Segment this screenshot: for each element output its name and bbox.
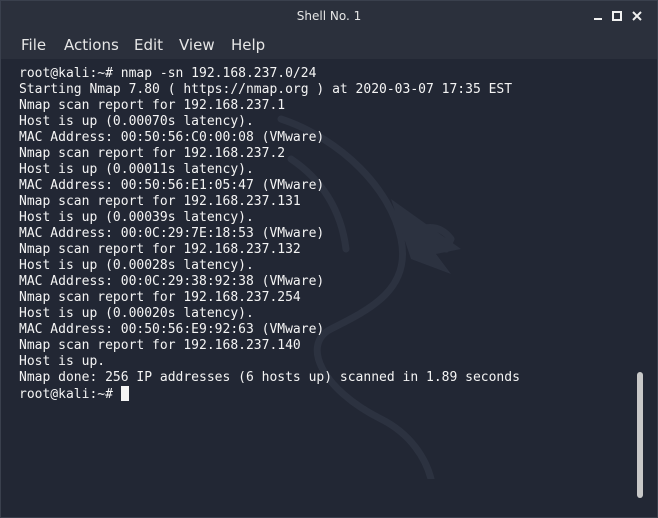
output-line: Host is up (0.00070s latency). bbox=[19, 114, 254, 129]
output-line: Nmap done: 256 IP addresses (6 hosts up)… bbox=[19, 370, 520, 385]
output-line: Nmap scan report for 192.168.237.132 bbox=[19, 242, 301, 257]
close-icon bbox=[632, 11, 642, 21]
output-line: Host is up. bbox=[19, 354, 106, 369]
terminal-window: Shell No. 1 File Actions Edit View Help … bbox=[0, 0, 658, 518]
prompt-text: root@kali:~# bbox=[19, 387, 121, 402]
output-line: root@kali:~# nmap -sn 192.168.237.0/24 bbox=[19, 66, 317, 81]
menu-edit[interactable]: Edit bbox=[134, 31, 163, 59]
terminal-output: root@kali:~# nmap -sn 192.168.237.0/24 S… bbox=[19, 66, 520, 402]
output-line: Nmap scan report for 192.168.237.2 bbox=[19, 146, 286, 161]
output-line: Nmap scan report for 192.168.237.140 bbox=[19, 338, 301, 353]
text-cursor bbox=[120, 386, 129, 401]
output-line: Nmap scan report for 192.168.237.254 bbox=[19, 290, 301, 305]
menu-file[interactable]: File bbox=[21, 31, 46, 59]
output-line: Host is up (0.00020s latency). bbox=[19, 306, 254, 321]
menu-bar: File Actions Edit View Help bbox=[1, 31, 657, 59]
output-line: Starting Nmap 7.80 ( https://nmap.org ) … bbox=[19, 82, 513, 97]
output-line: MAC Address: 00:0C:29:38:92:38 (VMware) bbox=[19, 274, 325, 289]
output-line: MAC Address: 00:0C:29:7E:18:53 (VMware) bbox=[19, 226, 325, 241]
output-line: Nmap scan report for 192.168.237.1 bbox=[19, 98, 286, 113]
output-line: Host is up (0.00039s latency). bbox=[19, 210, 254, 225]
minimize-button[interactable] bbox=[591, 9, 605, 23]
menu-help[interactable]: Help bbox=[231, 31, 265, 59]
scrollbar-thumb[interactable] bbox=[637, 372, 643, 498]
minimize-icon bbox=[594, 18, 602, 20]
output-line: Host is up (0.00028s latency). bbox=[19, 258, 254, 273]
close-button[interactable] bbox=[630, 9, 644, 23]
output-line: MAC Address: 00:50:56:E1:05:47 (VMware) bbox=[19, 178, 325, 193]
menu-view[interactable]: View bbox=[179, 31, 215, 59]
prompt-line[interactable]: root@kali:~# bbox=[19, 386, 520, 402]
window-title: Shell No. 1 bbox=[296, 9, 362, 23]
output-line: MAC Address: 00:50:56:C0:00:08 (VMware) bbox=[19, 130, 325, 145]
title-bar[interactable]: Shell No. 1 bbox=[1, 1, 657, 31]
terminal-area[interactable]: root@kali:~# nmap -sn 192.168.237.0/24 S… bbox=[1, 59, 657, 517]
output-line: MAC Address: 00:50:56:E9:92:63 (VMware) bbox=[19, 322, 325, 337]
maximize-icon bbox=[612, 11, 622, 21]
maximize-button[interactable] bbox=[610, 9, 624, 23]
output-line: Host is up (0.00011s latency). bbox=[19, 162, 254, 177]
menu-actions[interactable]: Actions bbox=[64, 31, 119, 59]
output-line: Nmap scan report for 192.168.237.131 bbox=[19, 194, 301, 209]
